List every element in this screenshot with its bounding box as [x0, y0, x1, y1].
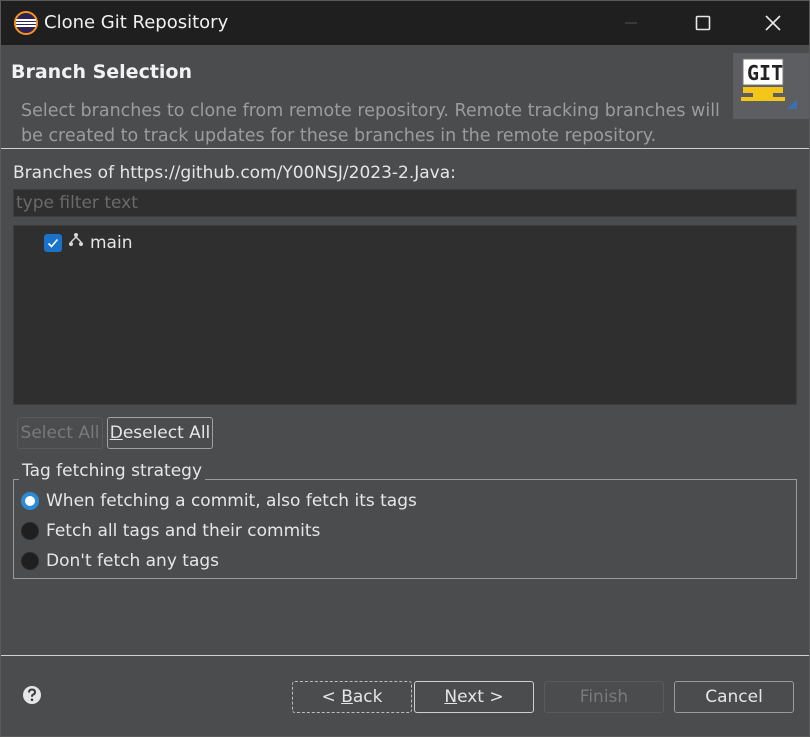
branch-item-main[interactable]: main: [44, 232, 132, 254]
maximize-icon: [695, 15, 711, 31]
mnemonic-d: D: [109, 423, 123, 443]
radio-label: When fetching a commit, also fetch its t…: [46, 491, 417, 511]
deselect-all-button[interactable]: Deselect All: [107, 417, 213, 449]
help-icon[interactable]: [22, 685, 42, 705]
deselect-all-label: eselect All: [122, 423, 211, 443]
branch-icon: [69, 233, 83, 246]
back-button[interactable]: < Back: [292, 681, 412, 713]
minimize-button[interactable]: [601, 1, 661, 45]
mnemonic-n: N: [444, 687, 458, 707]
title-bar: Clone Git Repository: [1, 1, 809, 45]
page-description: Select branches to clone from remote rep…: [21, 101, 720, 146]
close-button[interactable]: [743, 1, 803, 45]
back-label: ack: [352, 687, 383, 707]
window-title: Clone Git Repository: [44, 12, 229, 33]
mnemonic-b: B: [341, 687, 353, 707]
close-icon: [765, 15, 781, 31]
branches-label: Branches of https://github.com/Y00NSJ/20…: [13, 163, 456, 183]
footer-separator: [1, 655, 809, 656]
back-prefix: <: [321, 687, 342, 707]
select-all-button[interactable]: Select All: [17, 417, 103, 449]
branch-checkbox[interactable]: [44, 234, 62, 252]
header-separator: [1, 148, 809, 149]
radio-button[interactable]: [21, 522, 39, 540]
next-button[interactable]: Next >: [414, 681, 534, 713]
maximize-button[interactable]: [673, 1, 733, 45]
eclipse-icon: [14, 11, 38, 35]
radio-label: Don't fetch any tags: [46, 551, 220, 571]
wizard-header: Branch Selection Select branches to clon…: [1, 45, 809, 149]
radio-label: Fetch all tags and their commits: [46, 521, 321, 541]
next-label: ext >: [457, 687, 504, 707]
git-logo-text: GIT: [747, 61, 783, 85]
branch-filter-input[interactable]: [13, 189, 797, 217]
branch-label: main: [90, 233, 133, 253]
branch-tree[interactable]: main: [13, 225, 797, 405]
git-wizard-icon: GIT: [733, 53, 809, 119]
cancel-button[interactable]: Cancel: [674, 681, 794, 713]
radio-fetch-commit-tags[interactable]: When fetching a commit, also fetch its t…: [21, 491, 417, 511]
radio-button-selected[interactable]: [21, 492, 39, 510]
radio-fetch-all-tags[interactable]: Fetch all tags and their commits: [21, 521, 320, 541]
radio-no-tags[interactable]: Don't fetch any tags: [21, 551, 219, 571]
dialog-window: Clone Git Repository Branch Selection Se…: [0, 0, 810, 737]
radio-button[interactable]: [21, 552, 39, 570]
tag-strategy-title: Tag fetching strategy: [19, 461, 206, 481]
page-title: Branch Selection: [11, 61, 193, 83]
minimize-icon: [625, 22, 637, 24]
checkmark-icon: [47, 238, 59, 248]
finish-button[interactable]: Finish: [544, 681, 664, 713]
